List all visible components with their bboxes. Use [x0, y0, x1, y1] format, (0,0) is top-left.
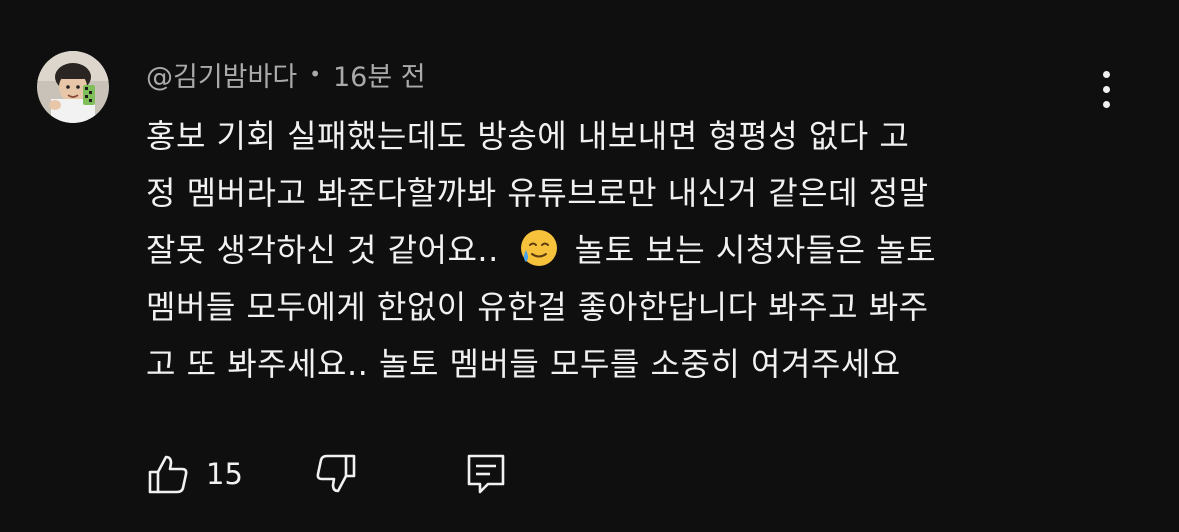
comment-text-segment: 놀토 보는 시청자들은 놀토	[574, 231, 937, 269]
comment-text-line: 고 또 봐주세요.. 놀토 멤버들 모두를 소중히 여겨주세요	[146, 345, 901, 383]
more-vertical-icon	[1102, 70, 1110, 78]
comment-header: @김기밤바다 • 16분 전	[146, 54, 426, 94]
comment-text-line: 잘못 생각하신 것 같어요.. 놀토 보는 시청자들은 놀토	[146, 222, 1106, 279]
author-name[interactable]: @김기밤바다	[146, 55, 297, 94]
avatar[interactable]	[37, 51, 109, 123]
thumbs-down-icon	[314, 452, 358, 496]
comment-text-line: 정 멤버라고 봐준다할까봐 유튜브로만 내신거 같은데 정말	[146, 174, 929, 212]
crying-smile-emoji-icon	[517, 226, 561, 270]
comment-text-line: 멤버들 모두에게 한없이 유한걸 좋아한답니다 봐주고 봐주	[146, 288, 929, 326]
more-actions-button[interactable]	[1088, 64, 1124, 114]
more-vertical-icon-dot	[1102, 85, 1110, 93]
comment-text: 홍보 기회 실패했는데도 방송에 내보내면 형평성 없다 고 정 멤버라고 봐준…	[146, 108, 1106, 393]
reply-button[interactable]	[464, 450, 508, 498]
more-vertical-icon-dot	[1102, 100, 1110, 108]
comment-text-line: 홍보 기회 실패했는데도 방송에 내보내면 형평성 없다 고	[146, 117, 910, 155]
separator-dot: •	[309, 62, 321, 86]
reply-comment-icon	[464, 450, 508, 498]
comment-text-segment: 잘못 생각하신 것 같어요..	[146, 231, 499, 269]
like-button[interactable]: 15	[146, 450, 243, 498]
timestamp[interactable]: 16분 전	[333, 55, 426, 94]
avatar-image	[37, 51, 109, 123]
like-count: 15	[206, 457, 243, 491]
dislike-button[interactable]	[314, 450, 358, 498]
comment-thread: @김기밤바다 • 16분 전 홍보 기회 실패했는데도 방송에 내보내면 형평성…	[0, 0, 1179, 532]
thumbs-up-icon	[146, 452, 190, 496]
